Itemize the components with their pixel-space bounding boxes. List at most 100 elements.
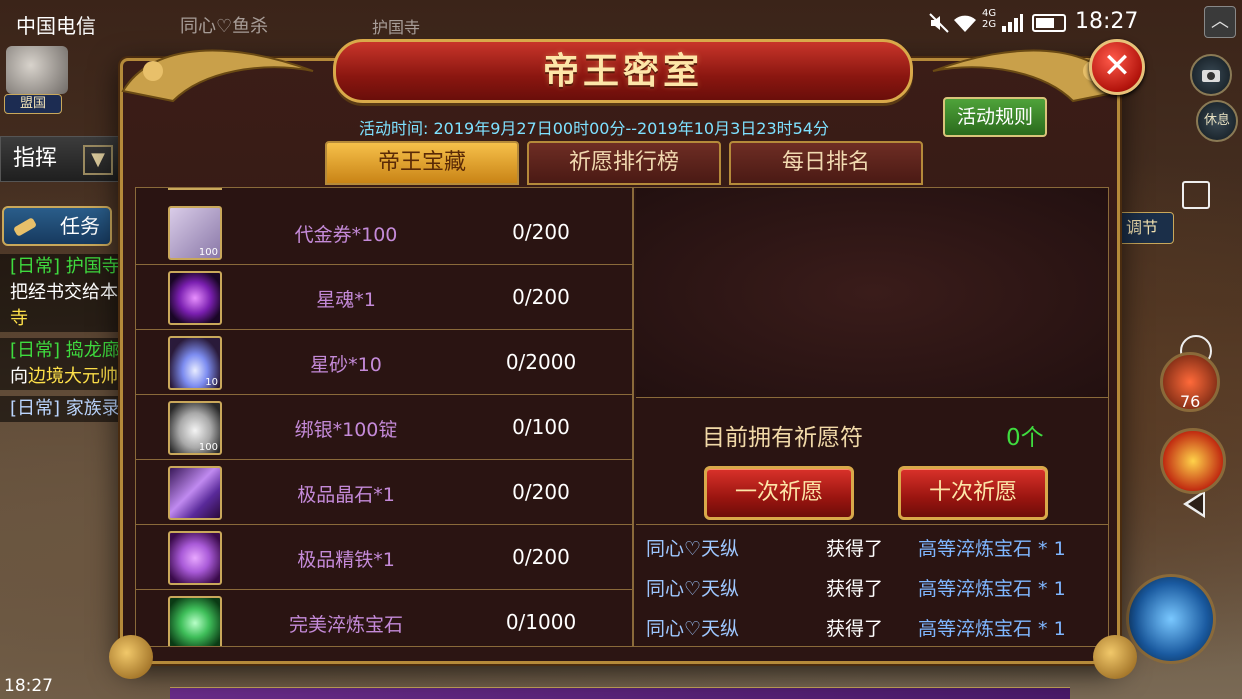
quest-name: 护国寺 xyxy=(65,256,120,277)
camera-button[interactable] xyxy=(1190,54,1232,96)
phoenix-skill-button[interactable] xyxy=(1160,428,1226,494)
reward-progress: 0/200 xyxy=(512,545,570,569)
log-action: 获得了 xyxy=(826,538,884,560)
carrier-name: 中国电信 xyxy=(16,14,96,38)
battery-icon xyxy=(1032,14,1066,32)
rest-label: 休息 xyxy=(1203,113,1230,128)
wish-once-button[interactable]: 一次祈愿 xyxy=(704,466,854,520)
corner-ornament xyxy=(109,635,153,679)
close-icon: ✕ xyxy=(1102,46,1132,86)
item-count: 100 xyxy=(198,442,218,453)
quest-item[interactable]: [日常] 护国寺 xyxy=(0,254,124,280)
wish-panel: 目前拥有祈愿符 0个 一次祈愿 十次祈愿 同心♡天纵 获得了 高等淬炼宝石 * … xyxy=(636,188,1108,646)
reward-row: 10 星砂*10 0/2000 xyxy=(136,330,632,395)
close-button[interactable]: ✕ xyxy=(1089,39,1145,95)
tab-content: 100 代金券*100 0/200 星魂*1 0/200 10 星砂*10 0/… xyxy=(135,187,1109,647)
wish-log-row: 同心♡天纵 获得了 高等淬炼宝石 * 1 xyxy=(646,572,1106,604)
reward-name: 极品晶石*1 xyxy=(297,484,395,506)
item-count: 100 xyxy=(198,247,218,258)
wish-charm-count: 0个 xyxy=(1006,425,1044,451)
quest-npc-link[interactable]: 边境大元帅 xyxy=(28,366,118,387)
wish-ten-button[interactable]: 十次祈愿 xyxy=(898,466,1048,520)
emperor-chamber-dialog: 帝王密室 ✕ 活动时间: 2019年9月27日00时00分--2019年10月3… xyxy=(109,39,1145,679)
player-avatar[interactable] xyxy=(6,46,68,94)
quest-desc: 向边境大元帅 xyxy=(0,364,124,390)
log-action: 获得了 xyxy=(826,618,884,640)
quest-desc: 把经书交给本 xyxy=(0,280,124,306)
reward-name: 星魂*1 xyxy=(316,289,376,311)
network-type: 4G 2G xyxy=(982,8,997,30)
wish-log-row: 同心♡天纵 获得了 高等淬炼宝石 * 1 xyxy=(646,532,1106,564)
log-item: 高等淬炼宝石 * 1 xyxy=(918,538,1066,560)
log-item: 高等淬炼宝石 * 1 xyxy=(918,578,1066,600)
reward-row: 星魂*1 0/200 xyxy=(136,265,632,330)
left-dragon-ornament xyxy=(121,49,314,103)
expand-hud-button[interactable]: ︿ xyxy=(1204,6,1236,38)
wish-preview-area xyxy=(636,188,1108,398)
reward-progress: 0/100 xyxy=(512,415,570,439)
reward-row: 100 代金券*100 0/200 xyxy=(136,200,632,265)
chevron-down-icon: ▼ xyxy=(83,145,113,175)
refined-iron-icon xyxy=(168,531,222,585)
recent-apps-icon[interactable] xyxy=(1182,181,1210,209)
log-action: 获得了 xyxy=(826,578,884,600)
crystal-stone-icon xyxy=(168,466,222,520)
quest-name: 捣龙廊 xyxy=(65,340,120,361)
item-count: 10 xyxy=(205,377,218,388)
dialog-title: 帝王密室 xyxy=(542,50,703,92)
tab-daily-ranking[interactable]: 每日排名 xyxy=(729,141,923,185)
reward-row: 完美淬炼宝石 0/1000 xyxy=(136,590,632,646)
log-user[interactable]: 同心♡天纵 xyxy=(646,574,739,601)
camera-icon xyxy=(1202,70,1220,82)
activity-time: 活动时间: 2019年9月27日00时00分--2019年10月3日23时54分 xyxy=(359,119,829,138)
silver-ingot-icon: 100 xyxy=(168,401,222,455)
activity-rules-button[interactable]: 活动规则 xyxy=(943,97,1047,137)
reward-name: 绑银*100锭 xyxy=(294,419,398,441)
divider xyxy=(636,524,1108,525)
faded-place-text: 护国寺 xyxy=(372,18,421,37)
quest-item[interactable]: [日常] 捣龙廊 xyxy=(0,338,124,364)
task-button[interactable]: 任务 xyxy=(2,206,112,246)
rest-button[interactable]: 休息 xyxy=(1196,100,1238,142)
quest-item[interactable]: [日常] 家族录 xyxy=(0,396,124,422)
tab-wish-ranking[interactable]: 祈愿排行榜 xyxy=(527,141,721,185)
star-sand-icon: 10 xyxy=(168,336,222,390)
quest-tag: [日常] xyxy=(10,256,61,277)
task-label: 任务 xyxy=(60,214,100,238)
partial-icon xyxy=(168,188,222,190)
corner-ornament xyxy=(1093,635,1137,679)
reward-name: 极品精铁*1 xyxy=(297,549,395,571)
log-user[interactable]: 同心♡天纵 xyxy=(646,614,739,641)
reward-progress: 0/200 xyxy=(512,480,570,504)
wish-charm-label: 目前拥有祈愿符 xyxy=(702,425,863,451)
experience-bar xyxy=(170,687,1070,699)
reward-list[interactable]: 100 代金券*100 0/200 星魂*1 0/200 10 星砂*10 0/… xyxy=(136,188,634,646)
quest-name: 家族录 xyxy=(65,398,120,419)
command-button[interactable]: 指挥 ▼ xyxy=(0,136,124,182)
tab-emperor-treasure[interactable]: 帝王宝藏 xyxy=(325,141,519,185)
reward-name: 星砂*10 xyxy=(310,354,382,376)
emerald-gem-icon xyxy=(168,596,222,646)
title-banner: 帝王密室 xyxy=(333,39,913,103)
command-label: 指挥 xyxy=(13,146,58,171)
water-skill-button[interactable] xyxy=(1126,574,1216,664)
quest-tag: [日常] xyxy=(10,398,61,419)
reward-progress: 0/200 xyxy=(512,285,570,309)
reward-progress: 0/1000 xyxy=(505,610,577,634)
alliance-badge[interactable]: 盟国 xyxy=(4,94,62,114)
reward-row: 极品精铁*1 0/200 xyxy=(136,525,632,590)
back-icon[interactable] xyxy=(1183,490,1205,518)
reward-name: 代金券*100 xyxy=(294,224,398,246)
quest-prefix: 向 xyxy=(10,366,28,387)
star-soul-icon xyxy=(168,271,222,325)
reward-progress: 0/200 xyxy=(512,220,570,244)
reward-row: 极品晶石*1 0/200 xyxy=(136,460,632,525)
log-item: 高等淬炼宝石 * 1 xyxy=(918,618,1066,640)
skill-count: 76 xyxy=(1180,392,1201,411)
log-user[interactable]: 同心♡天纵 xyxy=(646,534,739,561)
bottom-clock: 18:27 xyxy=(4,676,53,696)
quest-desc-link[interactable]: 寺 xyxy=(0,306,124,332)
voucher-scroll-icon: 100 xyxy=(168,206,222,260)
game-screen: 中国电信 同心♡鱼杀 护国寺 4G 2G 18:27 ︿ 盟国 指挥 ▼ 任务 … xyxy=(0,0,1242,699)
wish-log-row: 同心♡天纵 获得了 高等淬炼宝石 * 1 xyxy=(646,612,1106,644)
